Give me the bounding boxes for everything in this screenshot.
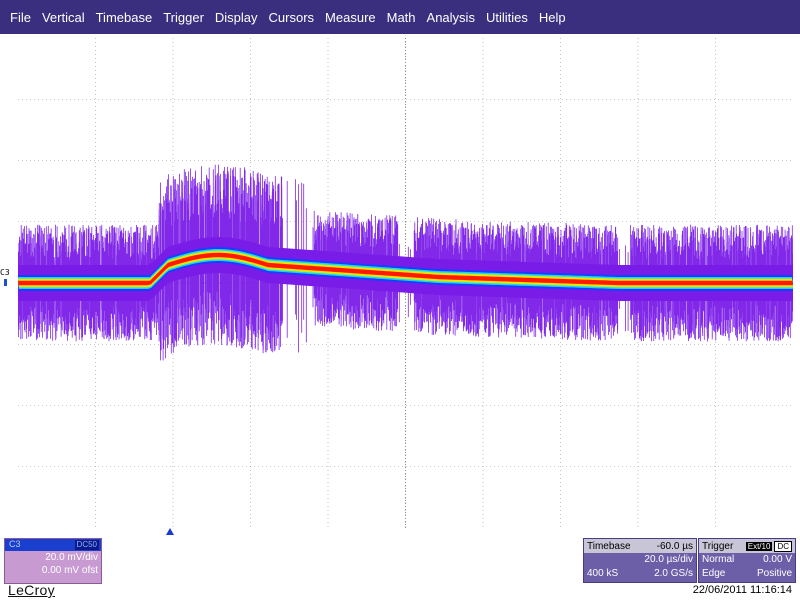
menu-timebase[interactable]: Timebase bbox=[96, 10, 153, 25]
channel-label: C3 bbox=[0, 268, 10, 277]
waveform-display[interactable] bbox=[18, 38, 793, 528]
channel-coupling-tag: DC50 bbox=[74, 540, 99, 550]
timebase-samples: 400 kS bbox=[587, 568, 619, 579]
trigger-slope: Positive bbox=[756, 568, 792, 579]
timebase-header: Timebase -60.0 µs bbox=[584, 539, 696, 553]
menu-measure[interactable]: Measure bbox=[325, 10, 376, 25]
timebase-rate: 2.0 GS/s bbox=[654, 568, 693, 579]
channel-descriptor-header: C3 DC50 bbox=[5, 539, 101, 551]
trigger-position-marker[interactable] bbox=[166, 528, 174, 535]
menu-cursors[interactable]: Cursors bbox=[269, 10, 315, 25]
timebase-row-1: 20.0 µs/div bbox=[584, 553, 696, 567]
timebase-title: Timebase bbox=[587, 540, 631, 552]
trigger-mode: Normal bbox=[702, 554, 735, 565]
menu-trigger[interactable]: Trigger bbox=[163, 10, 204, 25]
menu-bar: File Vertical Timebase Trigger Display Cursor… bbox=[0, 0, 800, 34]
channel-offset: 0.00 mV ofst bbox=[41, 565, 98, 576]
menu-math[interactable]: Math bbox=[387, 10, 416, 25]
channel-ground-marker[interactable] bbox=[4, 279, 7, 286]
trigger-badges: Ext/10 DC bbox=[744, 540, 792, 552]
timebase-time-div: 20.0 µs/div bbox=[644, 554, 693, 565]
menu-utilities[interactable]: Utilities bbox=[486, 10, 528, 25]
trigger-level: 0.00 V bbox=[763, 554, 792, 565]
trigger-row-1: Normal 0.00 V bbox=[699, 553, 795, 567]
trigger-source-badge: Ext/10 bbox=[745, 541, 773, 551]
trigger-header: Trigger Ext/10 DC bbox=[699, 539, 795, 553]
timebase-row-2: 400 kS 2.0 GS/s bbox=[584, 567, 696, 581]
datetime-readout: 22/06/2011 11:16:14 bbox=[692, 584, 792, 596]
menu-file[interactable]: File bbox=[10, 10, 31, 25]
channel-descriptor-label: C3 bbox=[9, 539, 21, 549]
channel-volts-div: 20.0 mV/div bbox=[45, 552, 98, 563]
timebase-descriptor-box[interactable]: Timebase -60.0 µs 20.0 µs/div 400 kS 2.0… bbox=[583, 538, 697, 583]
menu-vertical[interactable]: Vertical bbox=[42, 10, 85, 25]
menu-help[interactable]: Help bbox=[539, 10, 566, 25]
menu-analysis[interactable]: Analysis bbox=[427, 10, 475, 25]
timebase-delay: -60.0 µs bbox=[656, 540, 693, 552]
trigger-descriptor-box[interactable]: Trigger Ext/10 DC Normal 0.00 V Edge Posi… bbox=[698, 538, 796, 583]
brand-logo: LeCroy bbox=[8, 582, 55, 598]
trigger-row-2: Edge Positive bbox=[699, 567, 795, 581]
trigger-coupling-badge: DC bbox=[774, 540, 792, 552]
menu-display[interactable]: Display bbox=[215, 10, 258, 25]
trigger-type: Edge bbox=[702, 568, 726, 579]
channel-descriptor-box[interactable]: C3 DC50 20.0 mV/div 0.00 mV ofst bbox=[4, 538, 102, 584]
trigger-title: Trigger bbox=[702, 540, 734, 552]
